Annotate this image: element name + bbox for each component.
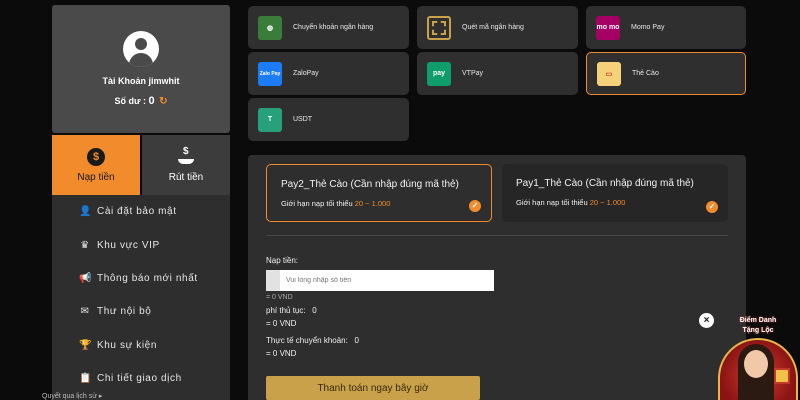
vtpay-icon: pay (427, 61, 451, 86)
check-icon: ✓ (469, 200, 481, 212)
crown-icon: ♛ (80, 239, 90, 251)
balance-value: 0 (148, 95, 155, 107)
menu-item-label: Chi tiết giao dịch (97, 373, 182, 385)
limit-label: Giới hạn nạp tối thiểu (281, 199, 353, 208)
deposit-form-panel: Pay2_Thẻ Cào (Cần nhập đúng mã thẻ) Giới… (248, 155, 746, 400)
amount-input[interactable] (266, 270, 494, 291)
coin-icon (87, 147, 105, 166)
mail-icon: ✉ (80, 306, 90, 318)
payment-method-label: Momo Pay (631, 24, 665, 31)
fee-row: phí thủ tục: 0 (266, 306, 317, 315)
amount-label: Nạp tiền: (266, 256, 299, 265)
payment-method-scratch-card[interactable]: ▭ Thẻ Cào (586, 52, 746, 95)
menu-item-label: Khu vực VIP (97, 239, 160, 251)
promo-face (744, 350, 768, 378)
menu-item-label: Cài đặt bảo mật (97, 206, 177, 218)
check-icon: ✓ (706, 201, 718, 213)
menu-item-label: Thư nội bộ (97, 306, 152, 318)
limit-range: 20 ~ 1.000 (354, 199, 391, 208)
payment-method-label: USDT (293, 116, 313, 123)
menu-item-security[interactable]: 👤 Cài đặt bảo mật (52, 195, 230, 228)
fee-vnd: = 0 VND (266, 319, 297, 328)
qr-icon (427, 15, 451, 40)
action-tabs: Nạp tiền Rút tiền (52, 135, 230, 195)
payment-method-zalopay[interactable]: Zalo Pay ZaloPay (248, 52, 409, 95)
divider (266, 235, 728, 236)
clipboard-icon: 📋 (79, 373, 93, 385)
channel-option-title: Pay1_Thẻ Cào (Cần nhập đúng mã thẻ) (516, 178, 694, 189)
refresh-icon[interactable]: ↻ (159, 96, 167, 107)
channel-option-limit: Giới hạn nạp tối thiểu 20 ~ 1.000 (516, 198, 728, 207)
pay-now-button[interactable]: Thanh toán ngay bây giờ (266, 376, 480, 400)
menu-item-vip[interactable]: ♛ Khu vực VIP (52, 228, 230, 261)
payment-method-usdt[interactable]: T USDT (248, 98, 409, 141)
payment-method-label: Quét mã ngân hàng (462, 24, 524, 31)
menu-item-label: Khu sự kiện (97, 339, 157, 351)
promo-title-line1: Điểm Danh (739, 317, 777, 324)
promo-title-line2: Tặng Lộc (742, 327, 774, 334)
actual-value: 0 (354, 336, 359, 345)
account-card: Tài Khoản jimwhit Số dư : 0 ↻ (52, 5, 230, 133)
channel-option-limit: Giới hạn nạp tối thiểu 20 ~ 1.000 (281, 199, 491, 208)
gift-icon (774, 368, 790, 384)
payment-method-label: ZaloPay (293, 70, 319, 77)
fee-label: phí thủ tục: (266, 306, 306, 315)
payment-method-label: Thẻ Cào (632, 70, 659, 77)
menu-item-label: Thông báo mới nhất (97, 272, 198, 284)
payment-method-label: Chuyển khoản ngân hàng (293, 24, 374, 31)
momo-icon: mo mo (596, 15, 620, 40)
actual-vnd: = 0 VND (266, 349, 297, 358)
menu-item-transactions[interactable]: 📋 Chi tiết giao dịch (52, 362, 230, 395)
deposit-page: Tài Khoản jimwhit Số dư : 0 ↻ Nạp tiền R… (0, 0, 800, 400)
withdraw-tab-label: Rút tiền (168, 171, 204, 183)
hand-money-icon (177, 146, 195, 166)
trophy-icon: 🏆 (79, 339, 93, 351)
promo-title[interactable]: Điểm Danh Tặng Lộc (718, 316, 798, 336)
deposit-tab-label: Nạp tiền (77, 171, 115, 183)
globe-icon: ◍ (258, 15, 282, 40)
withdraw-tab[interactable]: Rút tiền (142, 135, 230, 195)
amount-input-prefix (266, 270, 280, 291)
balance-label: Số dư : (114, 96, 146, 106)
payment-method-bank-transfer[interactable]: ◍ Chuyển khoản ngân hàng (248, 6, 409, 49)
account-menu: 👤 Cài đặt bảo mật ♛ Khu vực VIP 📢 Thông … (52, 195, 230, 400)
payment-method-label: VTPay (462, 70, 484, 77)
avatar-icon (123, 31, 159, 67)
deposit-tab[interactable]: Nạp tiền (52, 135, 140, 195)
menu-item-notifications[interactable]: 📢 Thông báo mới nhất (52, 262, 230, 295)
payment-method-bank-qr[interactable]: Quét mã ngân hàng (417, 6, 578, 49)
fee-value: 0 (312, 306, 317, 315)
actual-label: Thực tế chuyển khoản: (266, 336, 348, 345)
close-icon[interactable]: × (699, 313, 714, 328)
account-balance: Số dư : 0 ↻ (52, 95, 230, 107)
menu-item-events[interactable]: 🏆 Khu sự kiện (52, 329, 230, 362)
user-lock-icon: 👤 (79, 206, 93, 218)
megaphone-icon: 📢 (79, 272, 93, 284)
usdt-icon: T (258, 107, 282, 132)
menu-item-inbox[interactable]: ✉ Thư nội bộ (52, 295, 230, 328)
zalopay-icon: Zalo Pay (258, 61, 282, 86)
actual-row: Thực tế chuyển khoản: 0 (266, 336, 359, 345)
channel-option-pay2[interactable]: Pay2_Thẻ Cào (Cần nhập đúng mã thẻ) Giới… (266, 164, 492, 222)
limit-label: Giới hạn nạp tối thiểu (516, 198, 588, 207)
channel-option-title: Pay2_Thẻ Cào (Cần nhập đúng mã thẻ) (281, 179, 459, 190)
payment-method-vtpay[interactable]: pay VTPay (417, 52, 578, 95)
limit-range: 20 ~ 1.000 (589, 198, 626, 207)
account-name: Tài Khoản jimwhit (102, 76, 180, 86)
scratch-card-icon: ▭ (597, 61, 621, 86)
channel-option-pay1[interactable]: Pay1_Thẻ Cào (Cần nhập đúng mã thẻ) Giới… (502, 164, 728, 222)
history-link[interactable]: Quyết qua lịch sử ▸ (42, 392, 102, 400)
amount-vnd: = 0 VND (266, 294, 293, 301)
payment-method-momo[interactable]: mo mo Momo Pay (586, 6, 746, 49)
